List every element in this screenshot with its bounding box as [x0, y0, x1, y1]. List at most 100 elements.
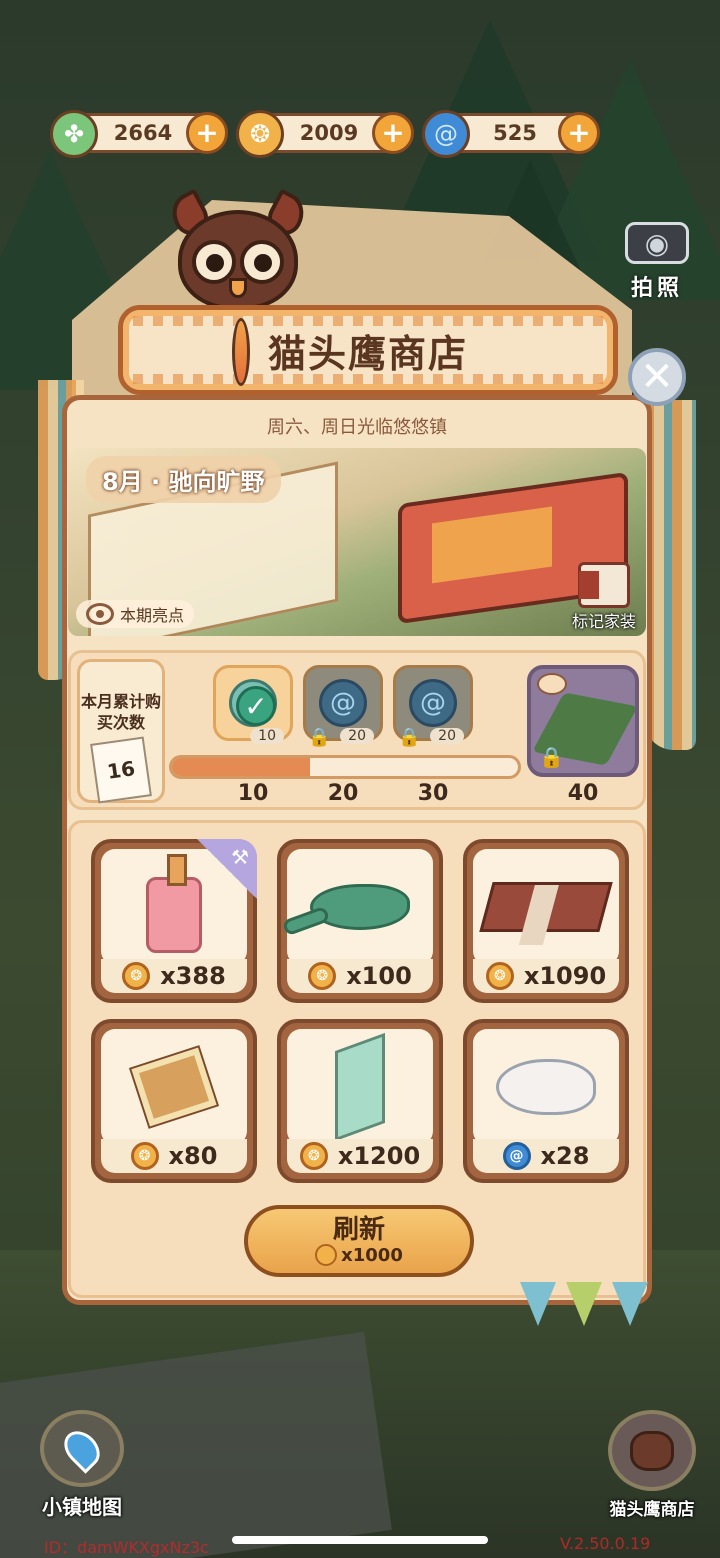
owl-shop-button[interactable]: 猫头鹰商店	[592, 1410, 712, 1520]
shop-item-painting[interactable]: ❂ x80	[91, 1019, 257, 1183]
reward-qty: 20	[340, 728, 374, 744]
reward-tier-3[interactable]: @ 🔒 20	[393, 665, 473, 748]
refresh-cost-amount: x1000	[341, 1244, 403, 1266]
polar-bear-icon	[496, 1059, 596, 1115]
item-price: @ x28	[473, 1139, 619, 1173]
item-badge: ⚒	[197, 839, 257, 899]
item-price: ❂ x1200	[287, 1139, 433, 1173]
swirl-icon: @	[422, 110, 470, 158]
purchase-count-value: 16	[90, 736, 152, 804]
refresh-label: 刷新	[332, 1214, 385, 1245]
highlight-label: 本期亮点	[120, 606, 185, 625]
add-clover-button[interactable]: +	[186, 112, 228, 154]
flag	[520, 1282, 556, 1326]
price-amount: x100	[346, 962, 412, 990]
flag	[566, 1282, 602, 1326]
coin-icon: ❂	[485, 962, 514, 990]
tick-label: 40	[567, 781, 599, 806]
swirl-icon: @	[409, 679, 457, 727]
shop-title: 猫头鹰商店	[267, 331, 468, 376]
painting-icon	[131, 1047, 217, 1127]
lock-icon: 🔒	[308, 727, 331, 748]
coin-icon: ❂	[130, 1142, 159, 1170]
coin-icon: ❂	[299, 1142, 328, 1170]
lizard-icon	[310, 884, 410, 930]
screen-icon	[335, 1032, 385, 1142]
reward-tier-2[interactable]: @ 🔒 20	[303, 665, 383, 748]
currency-coin: ❂ 2009 +	[236, 110, 414, 158]
highlight-button[interactable]: 本期亮点	[76, 600, 195, 628]
flag	[612, 1282, 648, 1326]
coin-icon: ❂	[308, 962, 337, 990]
currency-bar: ✤ 2664 + ❂ 2009 + @ 525 +	[50, 110, 600, 158]
tick-label: 30	[417, 781, 449, 806]
owl-mascot	[164, 188, 312, 320]
owl-icon	[630, 1430, 674, 1471]
add-swirl-button[interactable]: +	[558, 112, 600, 154]
clover-icon: ✤	[50, 110, 98, 158]
player-id: ID：damWKXgxNz3c	[44, 1538, 209, 1557]
shop-subtitle: 周六、周日光临悠悠镇	[267, 417, 447, 438]
hammer-icon: ⚒	[231, 845, 249, 869]
town-map-label: 小镇地图	[42, 1495, 122, 1519]
item-image	[473, 849, 619, 965]
shop-item-lizard[interactable]: ❂ x100	[277, 839, 443, 1003]
grand-reward[interactable]: 🔒	[527, 665, 639, 777]
soap-bottle-icon	[146, 854, 202, 953]
swirl-icon: @	[502, 1142, 531, 1170]
purchase-count-label: 本月累计购买次数	[81, 692, 162, 732]
table-icon	[479, 882, 613, 932]
theme-title: 8月 · 驰向旷野	[86, 456, 281, 503]
camera-icon: ◉	[625, 222, 689, 264]
item-image	[287, 849, 433, 965]
refresh-button[interactable]: 刷新 x1000	[244, 1205, 474, 1277]
reward-qty: 10	[250, 728, 284, 744]
close-button[interactable]: ✕	[628, 348, 686, 406]
price-amount: x1200	[337, 1142, 421, 1170]
swirl-amount: 525	[493, 121, 537, 145]
add-coin-button[interactable]: +	[372, 112, 414, 154]
reward-tier-1[interactable]: @ ✓ 10	[213, 665, 293, 744]
home-indicator[interactable]	[232, 1536, 488, 1544]
coin-icon: ❂	[236, 110, 284, 158]
item-price: ❂ x388	[101, 959, 247, 993]
tick-label: 20	[327, 781, 359, 806]
eye-icon	[86, 603, 114, 625]
bunting-decoration	[520, 1282, 648, 1326]
lock-icon: 🔒	[398, 727, 421, 748]
town-map-button[interactable]: 小镇地图	[22, 1410, 142, 1520]
swirl-icon: @	[319, 679, 367, 727]
progress-fill	[172, 758, 311, 776]
feather-decoration	[232, 318, 250, 386]
item-price: ❂ x100	[287, 959, 433, 993]
coin-icon: ❂	[122, 962, 151, 990]
subtitle-bar: 周六、周日光临悠悠镇	[67, 408, 647, 444]
theme-banner[interactable]: 8月 · 驰向旷野 本期亮点 标记家装	[68, 448, 646, 636]
banner-pattern	[133, 374, 603, 384]
item-image	[473, 1029, 619, 1145]
shop-item-soap[interactable]: ⚒ ❂ x388	[91, 839, 257, 1003]
tick-label: 10	[237, 781, 269, 806]
mark-furniture-button[interactable]: 标记家装	[572, 562, 636, 632]
purchase-progress-bar	[169, 755, 521, 779]
shop-item-table[interactable]: ❂ x1090	[463, 839, 629, 1003]
price-amount: x1090	[523, 962, 607, 990]
price-amount: x388	[160, 962, 226, 990]
item-price: ❂ x80	[101, 1139, 247, 1173]
owl-beak	[229, 278, 247, 298]
purchase-count-card: 本月累计购买次数 16	[77, 659, 165, 804]
shop-item-polar-bear[interactable]: @ x28	[463, 1019, 629, 1183]
coin-icon	[315, 1244, 338, 1267]
shop-item-screen[interactable]: ❂ x1200	[277, 1019, 443, 1183]
close-icon: ✕	[640, 354, 674, 400]
owl-shop-label: 猫头鹰商店	[609, 1500, 695, 1520]
reward-qty: 20	[430, 728, 464, 744]
item-image	[101, 1029, 247, 1145]
mark-furniture-label: 标记家装	[571, 612, 636, 631]
camera-button[interactable]: ◉ 拍照	[622, 222, 692, 302]
price-amount: x28	[540, 1142, 590, 1170]
version-label: V.2.50.0.19	[560, 1534, 651, 1553]
clover-amount: 2664	[113, 121, 173, 145]
coin-amount: 2009	[299, 121, 359, 145]
currency-swirl: @ 525 +	[422, 110, 600, 158]
